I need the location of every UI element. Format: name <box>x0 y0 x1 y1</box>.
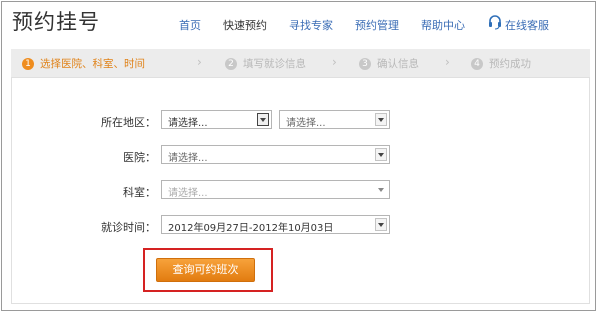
city-select-value: 请选择... <box>286 118 326 129</box>
date-range-select[interactable]: 2012年09月27日-2012年10月03日 <box>161 215 390 234</box>
dropdown-arrow-icon[interactable] <box>257 113 269 126</box>
progress-steps: 1 选择医院、科室、时间 › 2 填写就诊信息 › 3 确认信息 › 4 预约成功 <box>11 49 590 78</box>
page-frame: 预约挂号 首页 快速预约 寻找专家 预约管理 帮助中心 在线客服 1 选择医院、科… <box>1 1 596 311</box>
step-3: 3 确认信息 <box>359 56 419 71</box>
dropdown-arrow-icon[interactable] <box>375 183 387 196</box>
hospital-select[interactable]: 请选择... <box>161 145 390 164</box>
department-select[interactable]: 请选择... <box>161 180 390 199</box>
date-label: 就诊时间： <box>101 221 156 234</box>
department-label: 科室： <box>123 186 156 199</box>
step-2-label: 填写就诊信息 <box>243 58 306 70</box>
step-1-label: 选择医院、科室、时间 <box>40 58 145 70</box>
nav-online-service[interactable]: 在线客服 <box>505 17 549 33</box>
step-3-label: 确认信息 <box>377 58 419 70</box>
nav-home[interactable]: 首页 <box>179 17 201 33</box>
hospital-select-value: 请选择... <box>168 153 208 164</box>
step-1-number: 1 <box>22 57 34 70</box>
step-4-number: 4 <box>471 57 483 70</box>
step-arrow-icon: › <box>445 55 450 69</box>
hospital-label: 医院： <box>123 151 156 164</box>
nav-booking-management[interactable]: 预约管理 <box>355 17 399 33</box>
step-arrow-icon: › <box>332 55 337 69</box>
dropdown-arrow-icon[interactable] <box>375 218 387 231</box>
nav-quick-booking[interactable]: 快速预约 <box>223 17 267 33</box>
region-label: 所在地区： <box>101 116 156 129</box>
step-2: 2 填写就诊信息 <box>225 56 306 71</box>
step-1: 1 选择医院、科室、时间 <box>22 56 145 71</box>
date-range-value: 2012年09月27日-2012年10月03日 <box>168 223 334 234</box>
step-3-number: 3 <box>359 57 371 70</box>
province-select-value: 请选择... <box>168 118 208 129</box>
step-4: 4 预约成功 <box>471 56 531 71</box>
nav-help-center[interactable]: 帮助中心 <box>421 17 465 33</box>
dropdown-arrow-icon[interactable] <box>375 148 387 161</box>
logo: 预约挂号 <box>12 10 100 34</box>
city-select[interactable]: 请选择... <box>279 110 390 129</box>
query-schedule-button[interactable]: 查询可约班次 <box>156 258 255 282</box>
dropdown-arrow-icon[interactable] <box>375 113 387 126</box>
step-4-label: 预约成功 <box>489 58 531 70</box>
nav-find-expert[interactable]: 寻找专家 <box>289 17 333 33</box>
step-arrow-icon: › <box>197 55 202 69</box>
province-select[interactable]: 请选择... <box>161 110 272 129</box>
headset-icon[interactable] <box>487 14 503 30</box>
header: 预约挂号 首页 快速预约 寻找专家 预约管理 帮助中心 在线客服 <box>2 2 597 40</box>
step-2-number: 2 <box>225 57 237 70</box>
department-select-value: 请选择... <box>168 188 208 199</box>
